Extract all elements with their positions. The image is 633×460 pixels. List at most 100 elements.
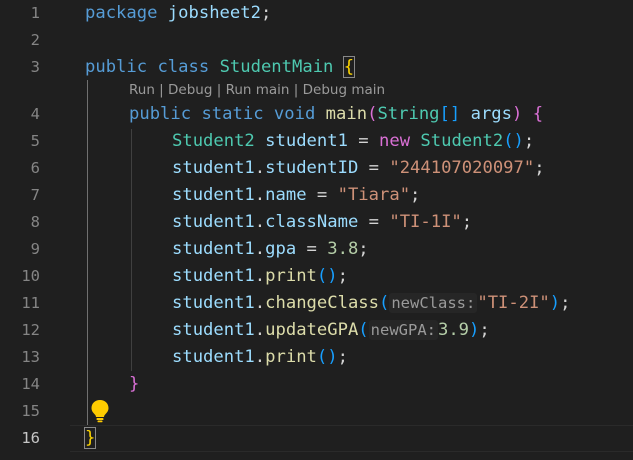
close-paren: ) (549, 293, 561, 313)
field-name: studentID (265, 158, 359, 178)
code-line-10[interactable]: student1.print(); (172, 263, 348, 290)
line-number: 1 (30, 4, 40, 22)
codelens-separator: | (212, 82, 226, 98)
dot: . (254, 347, 266, 367)
method-open-brace: { (532, 104, 544, 124)
semicolon: ; (479, 320, 490, 340)
open-paren: ( (358, 320, 369, 340)
class-close-brace: } (83, 427, 97, 449)
assign-operator: = (347, 131, 379, 151)
codelens-debug[interactable]: Debug (168, 82, 212, 98)
code-line-9[interactable]: student1.gpa = 3.8; (172, 236, 369, 263)
number-literal: 3.9 (437, 320, 470, 340)
method-name: main (325, 104, 368, 124)
method-call: print (265, 266, 317, 286)
semicolon: ; (523, 131, 535, 151)
codelens-run[interactable]: Run (129, 82, 155, 98)
method-call: updateGPA (265, 320, 359, 340)
codelens-debug-main[interactable]: Debug main (303, 82, 385, 98)
lightbulb-icon[interactable] (90, 399, 110, 423)
code-line-7[interactable]: student1.name = "Tiara"; (172, 182, 420, 209)
semicolon: ; (560, 293, 571, 313)
parens: () (316, 266, 338, 286)
indent-guide-class (87, 80, 88, 425)
code-line-1[interactable]: package jobsheet2; (85, 0, 271, 27)
class-name: StudentMain (219, 57, 334, 77)
object-name: student1 (172, 185, 255, 205)
dot: . (254, 239, 266, 259)
package-name: jobsheet2 (167, 3, 261, 23)
line-number: 3 (30, 58, 40, 76)
parameter-hint: newClass: (389, 293, 478, 313)
code-line-6[interactable]: student1.studentID = "244107020097"; (172, 155, 545, 182)
variable-name: student1 (265, 131, 348, 151)
code-line-16[interactable]: } (83, 425, 97, 452)
dot: . (254, 158, 266, 178)
semicolon: ; (358, 239, 369, 259)
line-number: 8 (30, 213, 40, 231)
string-literal: "TI-1I" (389, 212, 462, 232)
codelens-separator: | (154, 82, 169, 98)
object-name: student1 (172, 158, 255, 178)
codelens: Run | Debug | Run main | Debug main (129, 80, 385, 100)
field-name: className (265, 212, 359, 232)
semicolon: ; (534, 158, 545, 178)
line-number-active: 16 (21, 429, 40, 447)
line-number: 4 (30, 105, 40, 123)
keyword-new: new (379, 131, 411, 151)
code-line-5[interactable]: Student2 student1 = new Student2(); (172, 128, 534, 155)
codelens-separator: | (289, 82, 303, 98)
semicolon: ; (260, 3, 272, 23)
line-number: 5 (30, 132, 40, 150)
assign-operator: = (306, 185, 338, 205)
parens: () (503, 131, 524, 151)
object-name: student1 (172, 347, 255, 367)
code-line-8[interactable]: student1.className = "TI-1I"; (172, 209, 472, 236)
code-line-14[interactable]: } (129, 371, 139, 398)
keyword: static (201, 104, 264, 124)
parameter-hint: newGPA: (368, 320, 438, 340)
method-close-brace: } (129, 374, 140, 394)
field-name: name (265, 185, 307, 205)
line-number-gutter[interactable]: 1 2 3 4 5 6 7 8 9 10 11 12 13 14 15 16 (0, 0, 70, 460)
code-line-3[interactable]: public class StudentMain { (85, 54, 356, 81)
method-call: print (265, 347, 317, 367)
assign-operator: = (358, 158, 390, 178)
number-literal: 3.8 (327, 239, 359, 259)
dot: . (254, 320, 266, 340)
line-number: 11 (21, 294, 40, 312)
keyword: class (157, 57, 210, 77)
line-number: 9 (30, 240, 40, 258)
array-brackets: [] (439, 104, 461, 124)
code-line-13[interactable]: student1.print(); (172, 344, 348, 371)
code-line-11[interactable]: student1.changeClass(newClass: "TI-2I"); (172, 290, 571, 317)
close-paren: ) (512, 104, 523, 124)
code-line-4[interactable]: public static void main(String[] args) { (129, 101, 543, 128)
line-number: 12 (21, 321, 40, 339)
object-name: student1 (172, 320, 255, 340)
string-literal: "TI-2I" (477, 293, 550, 313)
line-number: 6 (30, 159, 40, 177)
keyword: void (273, 104, 316, 124)
object-name: student1 (172, 293, 255, 313)
line-number: 13 (21, 348, 40, 366)
code-line-12[interactable]: student1.updateGPA(newGPA: 3.9); (172, 317, 490, 344)
object-name: student1 (172, 239, 255, 259)
dot: . (254, 266, 266, 286)
string-literal: "Tiara" (337, 185, 411, 205)
dot: . (254, 185, 266, 205)
line-number: 7 (30, 186, 40, 204)
keyword: package (85, 3, 158, 23)
object-name: student1 (172, 212, 255, 232)
open-paren: ( (378, 293, 390, 313)
code-editor[interactable]: 1 2 3 4 5 6 7 8 9 10 11 12 13 14 15 16 p… (0, 0, 633, 460)
semicolon: ; (461, 212, 473, 232)
codelens-run-main[interactable]: Run main (226, 82, 290, 98)
keyword: public (129, 104, 192, 124)
type-name: Student2 (172, 131, 255, 151)
constructor-name: Student2 (420, 131, 504, 151)
line-number: 10 (21, 267, 40, 285)
current-line-highlight (70, 425, 633, 452)
param-type: String (377, 104, 440, 124)
indent-guide-method (131, 129, 132, 371)
